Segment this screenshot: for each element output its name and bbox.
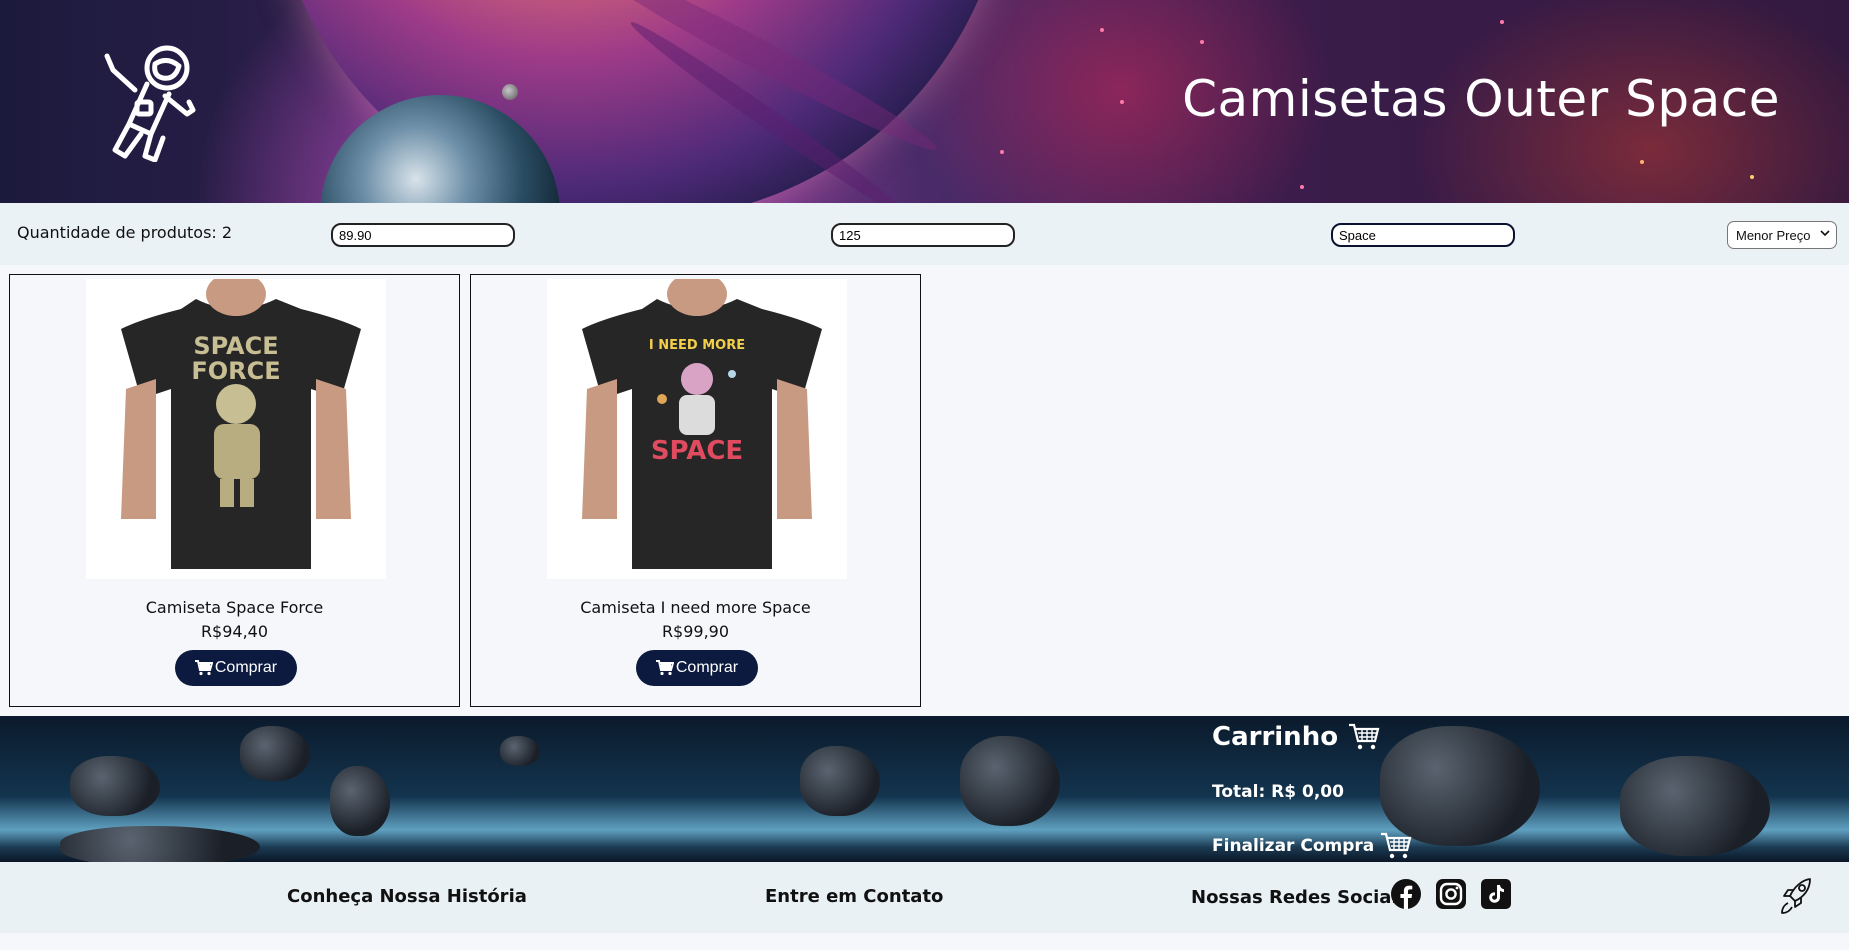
product-image: SPACE FORCE [86, 279, 386, 579]
search-input[interactable] [1331, 223, 1515, 247]
site-footer: Conheça Nossa História Entre em Contato … [0, 862, 1849, 933]
cart-title-label: Carrinho [1212, 722, 1339, 752]
shirt-print-line1: I NEED MORE [649, 338, 745, 353]
contact-link[interactable]: Entre em Contato [765, 886, 943, 907]
product-count-value: 2 [221, 223, 233, 242]
filter-bar: Quantidade de produtos: 2 Menor Preço [0, 203, 1849, 265]
facebook-icon[interactable] [1390, 878, 1422, 910]
buy-button[interactable]: Comprar [175, 650, 297, 686]
product-price: R$94,40 [200, 622, 269, 641]
history-link[interactable]: Conheça Nossa História [287, 886, 527, 907]
sort-select[interactable]: Menor Preço [1727, 221, 1837, 249]
sort-selected-value: Menor Preço [1736, 227, 1811, 243]
cart-total-label: Total: [1212, 782, 1272, 802]
cart-total-value: R$ 0,00 [1271, 782, 1344, 802]
site-title: Camisetas Outer Space [1182, 70, 1780, 128]
cart-total: Total: R$ 0,00 [1212, 782, 1344, 802]
product-name: Camiseta Space Force [145, 598, 324, 617]
tiktok-icon[interactable] [1480, 878, 1512, 910]
cart-icon [1381, 832, 1412, 859]
buy-button[interactable]: Comprar [636, 650, 758, 686]
max-price-input[interactable] [831, 223, 1015, 247]
min-price-input[interactable] [331, 223, 515, 247]
shirt-print-line2: FORCE [191, 357, 280, 385]
product-card: SPACE FORCE Camiseta Space Force R$94,40… [9, 274, 460, 707]
product-price: R$99,90 [661, 622, 730, 641]
social-label: Nossas Redes Sociais [1191, 887, 1409, 908]
cart-section [0, 716, 1849, 862]
buy-button-label: Comprar [675, 659, 739, 676]
product-count: Quantidade de produtos: 2 [17, 223, 232, 242]
chevron-down-icon [1820, 228, 1830, 241]
site-header: Camisetas Outer Space [0, 0, 1849, 203]
product-count-label: Quantidade de produtos: [17, 223, 222, 242]
shirt-print-line1: SPACE [193, 332, 278, 360]
moon-graphic [502, 84, 518, 100]
buy-button-label: Comprar [214, 659, 278, 676]
astronaut-icon[interactable] [95, 40, 215, 162]
cart-icon [194, 660, 213, 676]
rocket-icon[interactable] [1778, 876, 1814, 916]
cart-icon [655, 660, 674, 676]
product-card: I NEED MORE SPACE Camiseta I need more S… [470, 274, 921, 707]
product-name: Camiseta I need more Space [580, 598, 811, 617]
cart-title: Carrinho [1212, 722, 1380, 752]
product-image: I NEED MORE SPACE [547, 279, 847, 579]
checkout-label: Finalizar Compra [1212, 836, 1375, 856]
cart-icon [1349, 723, 1380, 750]
checkout-button[interactable]: Finalizar Compra [1212, 832, 1412, 860]
instagram-icon[interactable] [1435, 878, 1467, 910]
shirt-print-line2: SPACE [651, 436, 743, 466]
